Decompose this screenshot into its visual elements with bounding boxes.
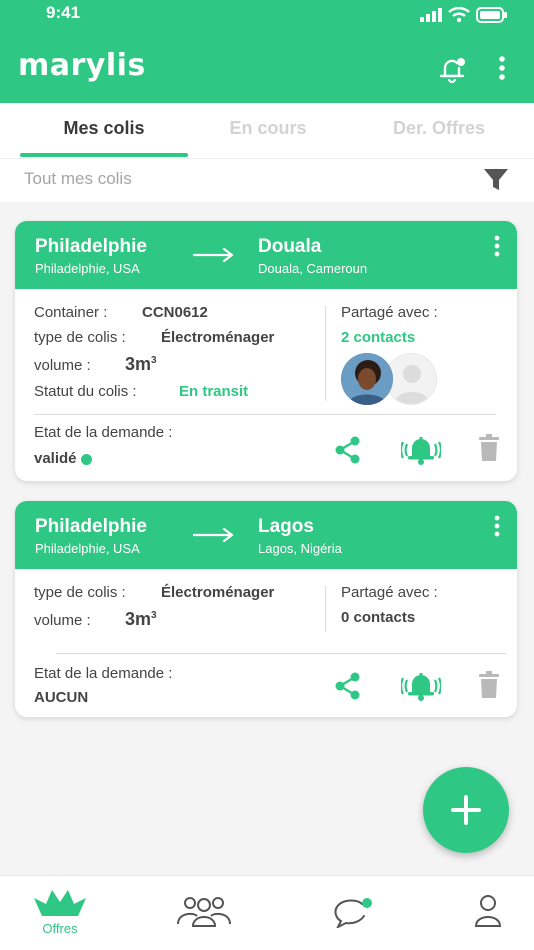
tab-der-offres[interactable]: Der. Offres: [356, 118, 522, 139]
card-header: Philadelphie Philadelphie, USA Lagos Lag…: [15, 501, 517, 569]
request-state-value: AUCUN: [34, 689, 89, 706]
volume-label: volume :: [34, 612, 91, 629]
boat-icon: [34, 890, 86, 916]
column-divider: [325, 306, 326, 401]
request-state-value: validé: [34, 450, 92, 467]
profile-icon[interactable]: [473, 894, 503, 928]
status-dot-icon: [80, 453, 92, 465]
share-icon[interactable]: [331, 433, 365, 467]
parcel-type-value: Électroménager: [161, 329, 275, 346]
card-divider: [34, 414, 496, 415]
volume-label: volume :: [34, 357, 91, 374]
filter-icon[interactable]: [483, 167, 509, 193]
active-tab-indicator: [20, 153, 188, 157]
destination-city: Lagos: [258, 516, 314, 537]
card-menu-icon[interactable]: [491, 234, 503, 258]
notification-bell-icon[interactable]: [437, 54, 467, 84]
parcel-type-value: Électroménager: [161, 584, 275, 601]
battery-icon: [476, 7, 507, 23]
parcel-status-label: Statut du colis :: [34, 383, 137, 400]
arrow-right-icon: [193, 527, 234, 543]
status-time: 9:41: [46, 3, 81, 22]
destination-location: Douala, Cameroun: [258, 261, 368, 276]
delete-trash-icon[interactable]: [478, 434, 500, 462]
plus-icon: [451, 795, 481, 825]
status-icons: [420, 6, 508, 24]
origin-location: Philadelphie, USA: [35, 261, 140, 276]
tab-bar: Mes colis En cours Der. Offres: [0, 103, 534, 158]
request-state-label: Etat de la demande :: [34, 665, 173, 682]
origin-city: Philadelphie: [35, 516, 147, 537]
arrow-right-icon: [193, 247, 234, 263]
nav-offres-label: Offres: [42, 921, 78, 936]
origin-city: Philadelphie: [35, 236, 147, 257]
more-options-icon[interactable]: [492, 54, 512, 82]
column-divider: [325, 586, 326, 632]
tab-en-cours[interactable]: En cours: [192, 118, 344, 139]
destination-city: Douala: [258, 236, 322, 257]
card-divider: [56, 653, 506, 654]
destination-location: Lagos, Nigéria: [258, 541, 342, 556]
filter-bar: Tout mes colis: [0, 158, 534, 202]
tab-mes-colis[interactable]: Mes colis: [20, 118, 188, 139]
add-parcel-button[interactable]: [423, 767, 509, 853]
request-state-label: Etat de la demande :: [34, 424, 173, 441]
shared-contacts-count[interactable]: 0 contacts: [341, 609, 415, 626]
contact-avatar[interactable]: [341, 353, 393, 405]
card-menu-icon[interactable]: [491, 514, 503, 538]
alarm-bell-icon[interactable]: [401, 431, 441, 467]
contact-photo-icon: [341, 353, 393, 405]
parcel-card[interactable]: Philadelphie Philadelphie, USA Douala Do…: [15, 221, 517, 481]
wifi-icon: [448, 7, 470, 23]
app-logo: marylis: [18, 48, 146, 83]
top-header: 9:41 marylis: [0, 0, 534, 103]
parcel-status-value: En transit: [179, 383, 249, 400]
status-bar: 9:41: [0, 0, 534, 30]
shared-with-label: Partagé avec :: [341, 304, 438, 321]
origin-location: Philadelphie, USA: [35, 541, 140, 556]
bottom-navigation: Offres: [0, 875, 534, 950]
volume-value: 3m3: [125, 609, 157, 629]
group-icon[interactable]: [175, 894, 233, 928]
signal-icon: [420, 8, 442, 22]
delete-trash-icon[interactable]: [478, 671, 500, 699]
alarm-bell-icon[interactable]: [401, 667, 441, 703]
user-placeholder-icon: [394, 365, 430, 404]
card-header: Philadelphie Philadelphie, USA Douala Do…: [15, 221, 517, 289]
container-value: CCN0612: [142, 304, 208, 321]
shared-contacts-link[interactable]: 2 contacts: [341, 329, 415, 346]
volume-value: 3m3: [125, 354, 157, 374]
share-icon[interactable]: [331, 669, 365, 703]
shared-with-label: Partagé avec :: [341, 584, 438, 601]
parcel-type-label: type de colis :: [34, 584, 126, 601]
nav-offres[interactable]: Offres: [32, 888, 88, 946]
parcel-card[interactable]: Philadelphie Philadelphie, USA Lagos Lag…: [15, 501, 517, 717]
filter-label[interactable]: Tout mes colis: [24, 169, 132, 189]
chat-icon[interactable]: [332, 896, 374, 928]
container-label: Container :: [34, 304, 108, 321]
parcel-type-label: type de colis :: [34, 329, 126, 346]
